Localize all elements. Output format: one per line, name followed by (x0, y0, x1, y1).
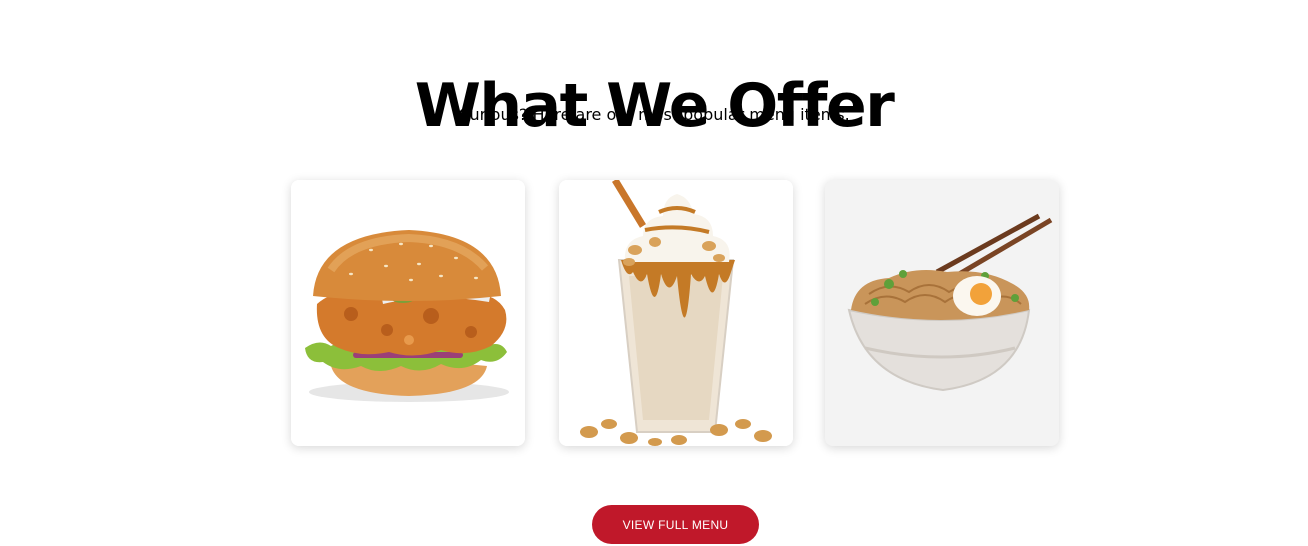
menu-card-milkshake[interactable] (559, 180, 793, 446)
burger-image (291, 180, 525, 446)
view-full-menu-button[interactable]: VIEW FULL MENU (592, 505, 759, 544)
menu-card-burger[interactable] (291, 180, 525, 446)
section-subtitle: Curious? Here are our most popular menu … (458, 105, 850, 124)
milkshake-image (559, 180, 793, 446)
noodle-bowl-image (825, 180, 1059, 446)
menu-card-noodles[interactable] (825, 180, 1059, 446)
